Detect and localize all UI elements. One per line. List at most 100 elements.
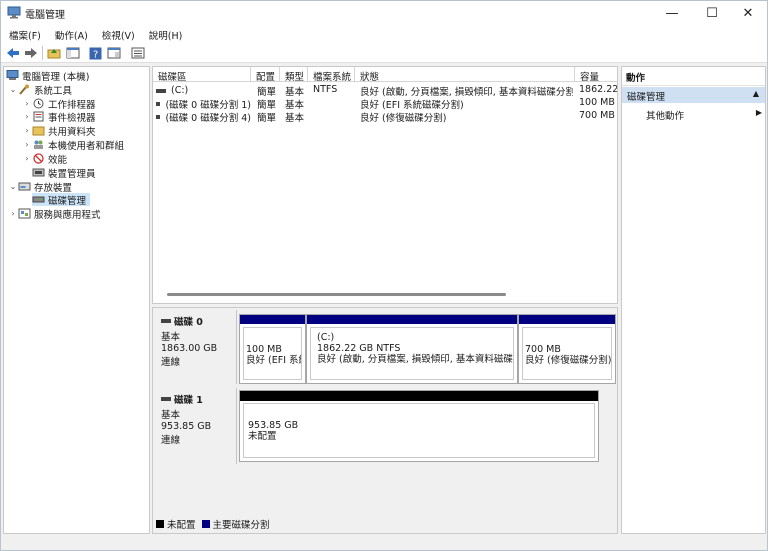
tree-label: 共用資料夾 <box>48 126 96 138</box>
services-icon <box>18 208 31 219</box>
shared-folder-icon <box>32 126 45 136</box>
chevron-down-icon[interactable]: ⌄ <box>8 182 18 191</box>
partition-unallocated[interactable]: 953.85 GB 未配置 <box>239 390 599 462</box>
col-header-capacity[interactable]: 容量 <box>575 67 617 82</box>
list-view-icon <box>131 47 145 59</box>
details-button[interactable] <box>130 45 146 61</box>
tree-item-shared-folders[interactable]: › 共用資料夾 <box>22 124 96 138</box>
maximize-button[interactable]: ☐ <box>693 1 731 25</box>
computer-management-icon <box>7 6 21 19</box>
actions-title: 動作 <box>622 67 765 86</box>
col-header-status[interactable]: 狀態 <box>355 67 575 82</box>
forward-button[interactable] <box>23 45 39 61</box>
chevron-right-icon[interactable]: › <box>8 209 18 218</box>
drive-icon <box>156 114 161 119</box>
layout-cell: 簡單 <box>257 113 277 123</box>
disk-type: 基本 <box>161 410 181 421</box>
tree-item-storage[interactable]: ⌄ 存放裝置 <box>8 180 72 194</box>
disk-1-label[interactable]: 磁碟 1 基本 953.85 GB 連線 <box>155 388 237 464</box>
legend-primary: 主要磁碟分割 <box>212 520 270 531</box>
tree-item-device-manager[interactable]: 裝置管理員 <box>32 166 96 180</box>
partition-c[interactable]: (C:) 1862.22 GB NTFS 良好 (啟動, 分頁檔案, 損毀傾印,… <box>306 314 518 384</box>
tree-item-services-apps[interactable]: › 服務與應用程式 <box>8 207 101 221</box>
up-folder-button[interactable] <box>46 45 62 61</box>
submenu-arrow-icon: ▶ <box>755 108 762 117</box>
toolbar: ? <box>1 43 767 63</box>
forward-arrow-icon <box>25 48 37 58</box>
help-button[interactable]: ? <box>87 45 103 61</box>
status-bar <box>1 535 767 550</box>
tree-item-task-scheduler[interactable]: › 工作排程器 <box>22 97 96 111</box>
app-window: 電腦管理 — ☐ ✕ 檔案(F) 動作(A) 檢視(V) 說明(H) ? 電腦管… <box>0 0 768 551</box>
tree-item-performance[interactable]: › 效能 <box>22 152 68 166</box>
partition-info: 700 MB 良好 (修復磁碟分割) <box>522 327 612 380</box>
chevron-right-icon[interactable]: › <box>22 99 32 108</box>
disk-0-label[interactable]: 磁碟 0 基本 1863.00 GB 連線 <box>155 310 237 384</box>
disk-size: 953.85 GB <box>161 421 212 432</box>
properties-icon <box>107 47 121 59</box>
legend: 未配置 主要磁碟分割 <box>156 518 270 531</box>
storage-icon <box>18 182 31 191</box>
menu-action[interactable]: 動作(A) <box>47 25 94 43</box>
properties-button[interactable] <box>106 45 122 61</box>
title-bar: 電腦管理 — ☐ ✕ <box>1 1 767 25</box>
tree-item-event-viewer[interactable]: › 事件檢視器 <box>22 110 96 124</box>
partition-info: 953.85 GB 未配置 <box>243 403 595 458</box>
show-hide-tree-button[interactable] <box>65 45 81 61</box>
tree-item-root[interactable]: 電腦管理 (本機) <box>6 69 90 83</box>
tools-icon <box>19 84 29 95</box>
tree-item-disk-management[interactable]: 磁碟管理 <box>32 193 91 207</box>
actions-section-disk-management[interactable]: 磁碟管理 ▲ <box>622 87 765 103</box>
menu-view[interactable]: 檢視(V) <box>94 25 141 43</box>
disk-map: 磁碟 0 基本 1863.00 GB 連線 100 MB 良好 (EFI 系統 … <box>152 307 618 534</box>
menu-file[interactable]: 檔案(F) <box>1 25 47 43</box>
partition-size: 953.85 GB <box>248 420 299 431</box>
partition-efi[interactable]: 100 MB 良好 (EFI 系統 <box>239 314 306 384</box>
partition-info: 100 MB 良好 (EFI 系統 <box>243 327 302 380</box>
col-header-filesystem[interactable]: 檔案系統 <box>308 67 355 82</box>
primary-swatch <box>201 520 210 528</box>
partition-status: 良好 (啟動, 分頁檔案, 損毀傾印, 基本資料磁碟分 <box>317 354 514 365</box>
drive-icon <box>156 88 166 93</box>
menu-help[interactable]: 說明(H) <box>141 25 189 43</box>
users-icon <box>34 140 43 149</box>
minimize-button[interactable]: — <box>653 1 691 25</box>
col-header-volume[interactable]: 磁碟區 <box>153 67 251 82</box>
tree-label: 裝置管理員 <box>48 168 96 180</box>
chevron-right-icon[interactable]: › <box>22 154 32 163</box>
disk-status: 連線 <box>161 357 181 368</box>
chevron-right-icon[interactable]: › <box>22 112 32 121</box>
collapse-arrow-icon[interactable]: ▲ <box>753 89 759 98</box>
filesystem-cell: NTFS <box>313 84 338 95</box>
console-tree: 電腦管理 (本機) ⌄ 系統工具 › 工作排程器 › 事件檢視器 › 共用資料夾… <box>3 66 150 534</box>
horizontal-scrollbar[interactable] <box>167 293 506 296</box>
chevron-down-icon[interactable]: ⌄ <box>8 85 18 94</box>
status-cell: 良好 (EFI 系統磁碟分割) <box>360 100 464 110</box>
type-cell: 基本 <box>285 113 305 123</box>
disk-drive-icon <box>161 319 171 323</box>
primary-partition-bar <box>240 315 305 324</box>
tree-label: 磁碟管理 <box>48 195 87 207</box>
col-header-layout[interactable]: 配置 <box>251 67 280 82</box>
toolbar-separator <box>42 46 43 60</box>
disk-status: 連線 <box>161 435 181 446</box>
chevron-right-icon[interactable]: › <box>22 140 32 149</box>
tree-label: 效能 <box>48 154 68 166</box>
event-log-icon <box>33 111 44 122</box>
device-manager-icon <box>32 168 45 177</box>
close-button[interactable]: ✕ <box>729 1 767 25</box>
col-header-type[interactable]: 類型 <box>280 67 308 82</box>
back-button[interactable] <box>5 45 21 61</box>
status-cell: 良好 (啟動, 分頁檔案, 損毀傾印, 基本資料磁碟分割) <box>360 87 573 97</box>
menu-bar: 檔案(F) 動作(A) 檢視(V) 說明(H) <box>1 25 767 43</box>
unallocated-swatch <box>156 520 164 528</box>
tree-label: 電腦管理 (本機) <box>22 71 90 83</box>
tree-item-system-tools[interactable]: ⌄ 系統工具 <box>8 83 72 97</box>
tree-item-local-users[interactable]: › 本機使用者和群組 <box>22 138 124 152</box>
action-more-actions[interactable]: 其他動作 ▶ <box>646 108 762 122</box>
layout-cell: 簡單 <box>257 87 277 97</box>
chevron-right-icon[interactable]: › <box>22 126 32 135</box>
disk-type: 基本 <box>161 332 181 343</box>
partition-recovery[interactable]: 700 MB 良好 (修復磁碟分割) <box>518 314 616 384</box>
maximize-icon: ☐ <box>706 5 718 21</box>
